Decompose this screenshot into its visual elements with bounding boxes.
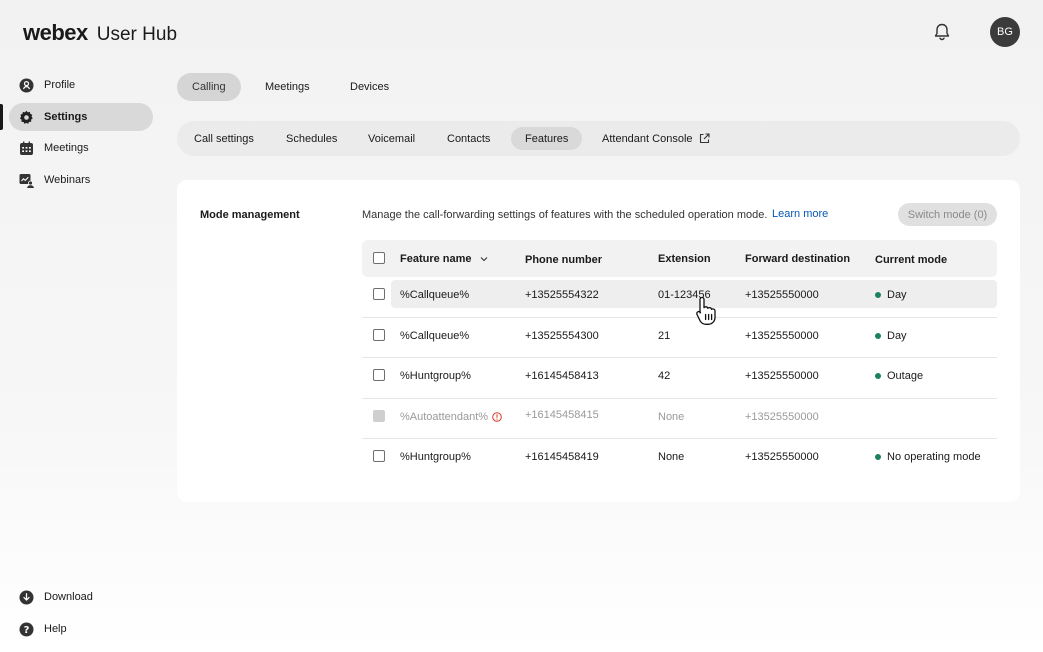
feature-name: %Huntgroup% [400,451,471,463]
phone-number: +16145458415 [525,408,599,421]
extension: None [658,410,685,423]
sidebar-item-meetings[interactable]: Meetings [9,134,153,162]
tab-meetings[interactable]: Meetings [250,73,325,101]
feature-name: %Huntgroup% [400,370,471,382]
subtab-contacts[interactable]: Contacts [433,127,504,150]
forward-destination: +13525550000 [745,289,819,301]
select-all-checkbox[interactable] [373,252,385,264]
table-row: %Autoattendant% +16145458415 None +13525… [362,399,997,439]
tab-calling[interactable]: Calling [177,73,241,101]
table-row[interactable]: %Huntgroup% +16145458413 42 +13525550000… [362,358,997,399]
subtab-schedules[interactable]: Schedules [272,127,351,150]
phone-number: +16145458413 [525,370,599,382]
subtab-voicemail[interactable]: Voicemail [354,127,429,150]
phone-number: +13525554300 [525,329,599,342]
column-extension: Extension [658,253,711,265]
webinar-icon [19,173,34,188]
download-icon [19,590,34,605]
forward-destination: +13525550000 [745,329,819,342]
current-mode: Day [875,330,907,342]
current-mode: Outage [875,370,923,382]
feature-name: %Callqueue% [400,289,470,301]
column-phone-number: Phone number [525,254,603,266]
section-title: Mode management [200,209,300,221]
sidebar-item-label: Webinars [44,174,91,186]
tab-devices[interactable]: Devices [335,73,404,101]
subtab-label: Attendant Console [602,132,693,145]
subtab-attendant-console[interactable]: Attendant Console [588,127,724,150]
sidebar-item-help[interactable]: ? Help [9,615,153,643]
sidebar-item-label: Help [44,623,67,635]
extension: 21 [658,329,671,342]
gear-icon [19,110,34,125]
sidebar-item-label: Settings [44,111,88,123]
current-mode: Day [875,289,907,301]
subtab-features[interactable]: Features [511,127,583,150]
sidebar-item-webinars[interactable]: Webinars [9,166,153,194]
hand-pointer-icon [696,296,716,325]
calendar-icon [19,141,34,156]
extension: None [658,451,685,463]
forward-destination: +13525550000 [745,451,819,463]
learn-more-link[interactable]: Learn more [772,208,828,220]
chevron-down-icon [480,257,487,262]
table-row[interactable]: %Callqueue% +13525554300 21 +13525550000… [362,318,997,358]
help-icon: ? [19,622,34,637]
table-header: Feature name Phone number Extension Forw… [362,240,997,277]
sidebar-item-download[interactable]: Download [9,583,153,611]
external-link-icon [699,133,710,144]
app-title: User Hub [96,24,178,45]
switch-mode-button[interactable]: Switch mode (0) [898,203,997,226]
section-description: Manage the call-forwarding settings of f… [362,209,768,221]
features-table: Feature name Phone number Extension Forw… [362,240,997,480]
feature-name: %Callqueue% [400,329,470,342]
active-indicator [0,104,3,130]
phone-number: +13525554322 [525,289,599,301]
row-checkbox[interactable] [373,288,385,300]
warning-icon[interactable] [492,411,502,422]
phone-number: +16145458419 [525,451,599,463]
sidebar-item-label: Profile [44,79,76,91]
table-row[interactable]: %Callqueue% +13525554322 01-123456 +1352… [362,277,997,318]
subtab-call-settings[interactable]: Call settings [180,127,268,150]
status-dot [875,292,881,298]
webex-logo: webex [23,20,88,45]
subtab-bar: Call settings Schedules Voicemail Contac… [177,121,1020,156]
bell-icon[interactable] [932,22,952,42]
table-row[interactable]: %Huntgroup% +16145458419 None +135255500… [362,439,997,480]
sidebar-item-label: Download [44,591,93,603]
mode-management-card: Mode management Manage the call-forwardi… [177,180,1020,502]
sidebar-item-label: Meetings [44,142,89,154]
column-forward-destination: Forward destination [745,253,851,265]
column-current-mode: Current mode [875,254,948,266]
current-mode: No operating mode [875,451,981,463]
row-checkbox [373,409,385,422]
sidebar-item-profile[interactable]: Profile [9,71,153,99]
profile-icon [19,78,34,93]
row-checkbox[interactable] [373,369,385,381]
feature-name: %Autoattendant% [400,411,502,423]
forward-destination: +13525550000 [745,410,819,423]
row-checkbox[interactable] [373,450,385,462]
column-feature-name[interactable]: Feature name [400,253,488,265]
sidebar-item-settings[interactable]: Settings [9,103,153,131]
status-dot [875,454,881,460]
status-dot [875,373,881,379]
svg-text:?: ? [24,625,30,636]
status-dot [875,332,881,339]
app-brand: webex User Hub [23,20,177,46]
row-checkbox[interactable] [373,328,385,341]
extension: 42 [658,370,671,382]
avatar[interactable]: BG [990,17,1020,47]
forward-destination: +13525550000 [745,370,819,382]
